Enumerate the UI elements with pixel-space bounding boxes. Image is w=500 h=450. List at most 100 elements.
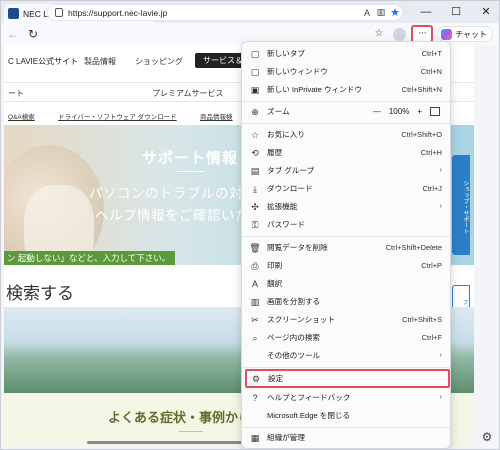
menu-close-edge[interactable]: Microsoft Edge を閉じる xyxy=(246,407,448,424)
menu-shortcut: Ctrl+H xyxy=(420,148,442,157)
menu-passwords[interactable]: ⚿ パスワード xyxy=(246,216,448,233)
menu-favorites[interactable]: ☆ お気に入り Ctrl+Shift+O xyxy=(246,126,448,143)
new-window-icon: ▢ xyxy=(250,66,260,77)
menu-label: 新しいタブ xyxy=(267,49,305,58)
extensions-icon: ✣ xyxy=(251,201,259,212)
zoom-out-button[interactable]: — xyxy=(373,107,381,116)
menu-label: お気に入り xyxy=(267,130,305,139)
lock-icon xyxy=(55,8,63,17)
maximize-button[interactable]: ☐ xyxy=(441,1,471,23)
subnav-support[interactable]: ート xyxy=(8,88,24,99)
chevron-right-icon: › xyxy=(439,203,442,210)
favorites-star-icon: ☆ xyxy=(250,129,260,140)
download-icon: ⤓ xyxy=(253,183,257,194)
profile-avatar[interactable] xyxy=(393,27,407,41)
chat-label: チャット xyxy=(455,29,487,39)
menu-shortcut: Ctrl+T xyxy=(421,49,442,58)
window-controls: — ☐ ✕ xyxy=(411,1,499,23)
faq-title: よくある症状・事例から xyxy=(108,410,252,425)
menu-label: Microsoft Edge を閉じる xyxy=(267,411,351,420)
shop-support-tab[interactable]: ショップ・サポート xyxy=(452,155,470,255)
read-aloud-icon[interactable]: A xyxy=(360,8,374,18)
menu-translate[interactable]: A 翻訳 xyxy=(246,275,448,292)
hero-title: サポート情報 xyxy=(142,150,239,167)
gear-icon: ⚙ xyxy=(251,373,261,384)
menu-shortcut: Ctrl+J xyxy=(422,184,442,193)
menu-help-and-feedback[interactable]: ? ヘルプとフィードバック › xyxy=(246,389,448,406)
site-logo[interactable]: C LAVIE公式サイト xyxy=(8,56,78,67)
organization-icon: ▦ xyxy=(250,432,260,443)
menu-split-screen[interactable]: ▥ 画面を分割する xyxy=(246,293,448,310)
close-window-button[interactable]: ✕ xyxy=(471,1,499,23)
menu-label: タブ グループ xyxy=(267,166,315,175)
hero-line-2: ヘルプ情報をご確認いただ xyxy=(95,208,263,223)
reload-icon[interactable]: ↻ xyxy=(25,26,41,42)
close-edge-icon xyxy=(249,410,261,422)
nec-favicon-icon xyxy=(8,8,19,19)
menu-more-tools[interactable]: その他のツール › xyxy=(246,347,448,364)
subnav-premium[interactable]: プレミアムサービス xyxy=(152,88,223,99)
screenshot-icon: ✂ xyxy=(251,314,259,325)
nav-shopping[interactable]: ショッピング xyxy=(135,56,183,67)
menu-label: ヘルプとフィードバック xyxy=(267,393,351,402)
inprivate-icon: ▣ xyxy=(250,84,260,95)
chevron-right-icon: › xyxy=(439,167,442,174)
url-text: https://support.nec-lavie.jp xyxy=(68,7,168,18)
menu-separator xyxy=(242,123,450,124)
chevron-right-icon: › xyxy=(439,394,442,401)
menu-label: 新しいウィンドウ xyxy=(267,67,328,76)
menu-new-inprivate-window[interactable]: ▣ 新しい InPrivate ウィンドウ Ctrl+Shift+N xyxy=(246,81,448,98)
menu-shortcut: Ctrl+Shift+Delete xyxy=(385,243,442,252)
new-tab-icon: ▢ xyxy=(250,48,260,59)
menu-print[interactable]: ⎙ 印刷 Ctrl+P xyxy=(246,257,448,274)
print-icon: ⎙ xyxy=(251,260,259,271)
menu-downloads[interactable]: ⤓ ダウンロード Ctrl+J xyxy=(246,180,448,197)
search-heading: 検索する xyxy=(6,284,74,303)
menu-label: その他のツール xyxy=(267,351,321,360)
menu-separator xyxy=(242,367,450,368)
menu-find-on-page[interactable]: ⌕ ページ内の検索 Ctrl+F xyxy=(246,329,448,346)
menu-shortcut: Ctrl+Shift+O xyxy=(401,130,442,139)
menu-label: 設定 xyxy=(268,374,284,383)
help-icon: ? xyxy=(252,392,258,403)
history-icon: ⟲ xyxy=(251,147,259,158)
menu-separator xyxy=(242,427,450,428)
zoom-controls: — 100% + xyxy=(369,107,444,116)
menu-managed-by-organization[interactable]: ▦ 組織が管理 xyxy=(246,429,448,446)
faq-divider xyxy=(179,431,203,432)
menu-shortcut: Ctrl+Shift+N xyxy=(401,85,442,94)
key-icon: ⚿ xyxy=(251,219,259,230)
back-arrow-icon[interactable]: ← xyxy=(5,26,21,42)
menu-shortcut: Ctrl+Shift+S xyxy=(402,315,442,324)
link-product-search[interactable]: 商品情報検 xyxy=(200,111,233,121)
chevron-right-icon: › xyxy=(439,352,442,359)
copilot-icon xyxy=(441,28,453,40)
menu-label: 画面を分割する xyxy=(267,297,321,306)
search-hint: ン 起動しない」などと、入力して下さい。 xyxy=(4,251,176,265)
menu-label: 拡張機能 xyxy=(267,202,298,211)
browser-window: NEC LAVIE公式サイト > サービス&サ ✕ + — ☐ ✕ ← ↻ ht… xyxy=(0,0,500,450)
favorite-star-icon[interactable]: ★ xyxy=(388,6,402,19)
link-driver-download[interactable]: ドライバー・ソフトウェア ダウンロード xyxy=(58,111,177,121)
menu-tab-groups[interactable]: ▤ タブ グループ › xyxy=(246,162,448,179)
menu-clear-browsing-data[interactable]: 🗑 閲覧データを削除 Ctrl+Shift+Delete xyxy=(246,239,448,256)
split-screen-icon[interactable]: ▥ xyxy=(374,7,388,18)
menu-shortcut: Ctrl+N xyxy=(420,67,442,76)
menu-new-window[interactable]: ▢ 新しいウィンドウ Ctrl+N xyxy=(246,63,448,80)
copilot-chat-button[interactable]: チャット xyxy=(437,26,493,42)
address-bar[interactable]: https://support.nec-lavie.jp A ▥ ★ xyxy=(47,4,403,21)
menu-extensions[interactable]: ✣ 拡張機能 › xyxy=(246,198,448,215)
menu-history[interactable]: ⟲ 履歴 Ctrl+H xyxy=(246,144,448,161)
sidebar-settings-gear-icon[interactable]: ⚙ xyxy=(479,429,495,445)
fullscreen-icon[interactable] xyxy=(430,107,440,116)
menu-screenshot[interactable]: ✂ スクリーンショット Ctrl+Shift+S xyxy=(246,311,448,328)
link-qa-search[interactable]: Q&A検索 xyxy=(8,111,35,121)
right-side-rail xyxy=(475,45,499,449)
menu-shortcut: Ctrl+P xyxy=(421,261,442,270)
minimize-button[interactable]: — xyxy=(411,1,441,23)
zoom-in-button[interactable]: + xyxy=(417,107,422,116)
menu-settings[interactable]: ⚙ 設定 xyxy=(245,369,450,388)
nav-products[interactable]: 製品情報 xyxy=(84,56,116,67)
menu-new-tab[interactable]: ▢ 新しいタブ Ctrl+T xyxy=(246,45,448,62)
hero-divider xyxy=(176,171,204,172)
